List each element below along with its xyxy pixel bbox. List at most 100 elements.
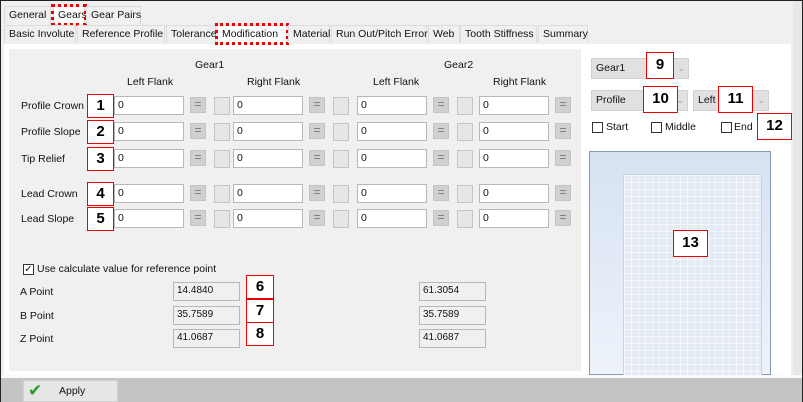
gear1-point-value: 35.7589 bbox=[173, 306, 240, 325]
annotation-marker: 10 bbox=[643, 86, 678, 113]
g1-left-input[interactable]: 0 bbox=[114, 209, 184, 228]
start-checkbox[interactable] bbox=[592, 122, 603, 133]
equal-button[interactable]: = bbox=[190, 210, 206, 226]
tab-basic-involute[interactable]: Basic Involute bbox=[4, 25, 76, 43]
left-flank-header: Left Flank bbox=[127, 76, 174, 88]
link-toggle[interactable] bbox=[457, 97, 473, 115]
g1-right-input[interactable]: 0 bbox=[233, 96, 303, 115]
link-toggle[interactable] bbox=[333, 97, 349, 115]
g2-right-input[interactable]: 0 bbox=[479, 96, 549, 115]
link-toggle[interactable] bbox=[214, 150, 230, 168]
equal-button[interactable]: = bbox=[190, 150, 206, 166]
link-toggle[interactable] bbox=[457, 185, 473, 203]
annotation-marker: 4 bbox=[87, 182, 114, 206]
tab-tooth-stiffness[interactable]: Tooth Stiffness bbox=[460, 25, 537, 43]
equal-button[interactable]: = bbox=[190, 185, 206, 201]
annotation-marker: 3 bbox=[87, 147, 114, 171]
tab-general[interactable]: General bbox=[4, 6, 51, 24]
equal-button[interactable]: = bbox=[555, 123, 571, 139]
annotation-marker: 11 bbox=[718, 86, 753, 113]
tab-reference-profile[interactable]: Reference Profile bbox=[77, 25, 165, 43]
annotation-marker: 12 bbox=[757, 113, 792, 140]
annotation-marker: 13 bbox=[673, 230, 708, 257]
link-toggle[interactable] bbox=[333, 150, 349, 168]
equal-button[interactable]: = bbox=[433, 97, 449, 113]
equal-button[interactable]: = bbox=[190, 123, 206, 139]
link-toggle[interactable] bbox=[457, 123, 473, 141]
g2-left-input[interactable]: 0 bbox=[357, 149, 427, 168]
end-label: End bbox=[734, 121, 753, 133]
preview-grid bbox=[623, 174, 762, 376]
equal-button[interactable]: = bbox=[309, 123, 325, 139]
tab-run-out-pitch-error[interactable]: Run Out/Pitch Error bbox=[331, 25, 428, 43]
link-toggle[interactable] bbox=[333, 185, 349, 203]
tab-material[interactable]: Material bbox=[288, 25, 330, 43]
end-checkbox[interactable] bbox=[721, 122, 732, 133]
g1-right-input[interactable]: 0 bbox=[233, 184, 303, 203]
equal-button[interactable]: = bbox=[555, 185, 571, 201]
use-calculate-checkbox[interactable]: ✓ bbox=[23, 264, 34, 275]
tab-summary[interactable]: Summary bbox=[538, 25, 588, 43]
row-label: Tip Relief bbox=[21, 153, 65, 165]
link-toggle[interactable] bbox=[333, 210, 349, 228]
g2-left-input[interactable]: 0 bbox=[357, 209, 427, 228]
link-toggle[interactable] bbox=[457, 150, 473, 168]
g1-left-input[interactable]: 0 bbox=[114, 96, 184, 115]
chevron-down-icon: ⌄ bbox=[757, 95, 765, 105]
middle-label: Middle bbox=[665, 121, 696, 133]
link-toggle[interactable] bbox=[214, 210, 230, 228]
link-toggle[interactable] bbox=[214, 97, 230, 115]
g2-left-input[interactable]: 0 bbox=[357, 184, 427, 203]
gear1-header: Gear1 bbox=[195, 59, 225, 71]
equal-button[interactable]: = bbox=[309, 97, 325, 113]
g2-right-input[interactable]: 0 bbox=[479, 122, 549, 141]
equal-button[interactable]: = bbox=[433, 210, 449, 226]
right-flank-header: Right Flank bbox=[493, 76, 547, 88]
g1-left-input[interactable]: 0 bbox=[114, 184, 184, 203]
link-toggle[interactable] bbox=[333, 123, 349, 141]
g1-left-input[interactable]: 0 bbox=[114, 149, 184, 168]
tab-web[interactable]: Web bbox=[428, 25, 460, 43]
scrollbar[interactable] bbox=[793, 1, 802, 375]
g2-right-input[interactable]: 0 bbox=[479, 209, 549, 228]
g1-left-input[interactable]: 0 bbox=[114, 122, 184, 141]
equal-button[interactable]: = bbox=[309, 185, 325, 201]
equal-button[interactable]: = bbox=[190, 97, 206, 113]
link-toggle[interactable] bbox=[214, 123, 230, 141]
tab-tolerance[interactable]: Tolerance bbox=[166, 25, 217, 43]
annotation-marker: 8 bbox=[246, 322, 274, 346]
g2-right-input[interactable]: 0 bbox=[479, 149, 549, 168]
preview-canvas[interactable] bbox=[589, 151, 771, 376]
equal-button[interactable]: = bbox=[555, 210, 571, 226]
tab-modification[interactable]: Modification bbox=[215, 23, 289, 45]
link-toggle[interactable] bbox=[214, 185, 230, 203]
g2-right-input[interactable]: 0 bbox=[479, 184, 549, 203]
g1-right-input[interactable]: 0 bbox=[233, 149, 303, 168]
equal-button[interactable]: = bbox=[309, 150, 325, 166]
equal-button[interactable]: = bbox=[433, 185, 449, 201]
annotation-marker: 2 bbox=[87, 120, 114, 144]
left-flank-header: Left Flank bbox=[373, 76, 420, 88]
g2-left-input[interactable]: 0 bbox=[357, 96, 427, 115]
tab-gears[interactable]: Gears bbox=[51, 4, 87, 26]
bottom-bar bbox=[1, 375, 802, 402]
g1-right-input[interactable]: 0 bbox=[233, 209, 303, 228]
link-toggle[interactable] bbox=[457, 210, 473, 228]
gear1-point-value: 41.0687 bbox=[173, 329, 240, 348]
equal-button[interactable]: = bbox=[433, 123, 449, 139]
gear2-point-value: 41.0687 bbox=[419, 329, 486, 348]
equal-button[interactable]: = bbox=[433, 150, 449, 166]
flank-select-value: Left bbox=[698, 94, 716, 106]
g1-right-input[interactable]: 0 bbox=[233, 122, 303, 141]
middle-checkbox[interactable] bbox=[651, 122, 662, 133]
g2-left-input[interactable]: 0 bbox=[357, 122, 427, 141]
equal-button[interactable]: = bbox=[555, 150, 571, 166]
tab-gear-pairs[interactable]: Gear Pairs bbox=[86, 6, 141, 24]
equal-button[interactable]: = bbox=[309, 210, 325, 226]
row-label: Lead Crown bbox=[21, 188, 78, 200]
equal-button[interactable]: = bbox=[555, 97, 571, 113]
apply-button[interactable]: ✔ Apply bbox=[23, 380, 118, 402]
row-label: Profile Crown bbox=[21, 100, 85, 112]
annotation-marker: 6 bbox=[246, 275, 274, 299]
gear-select[interactable]: Gear1 ⌄ bbox=[591, 58, 689, 79]
